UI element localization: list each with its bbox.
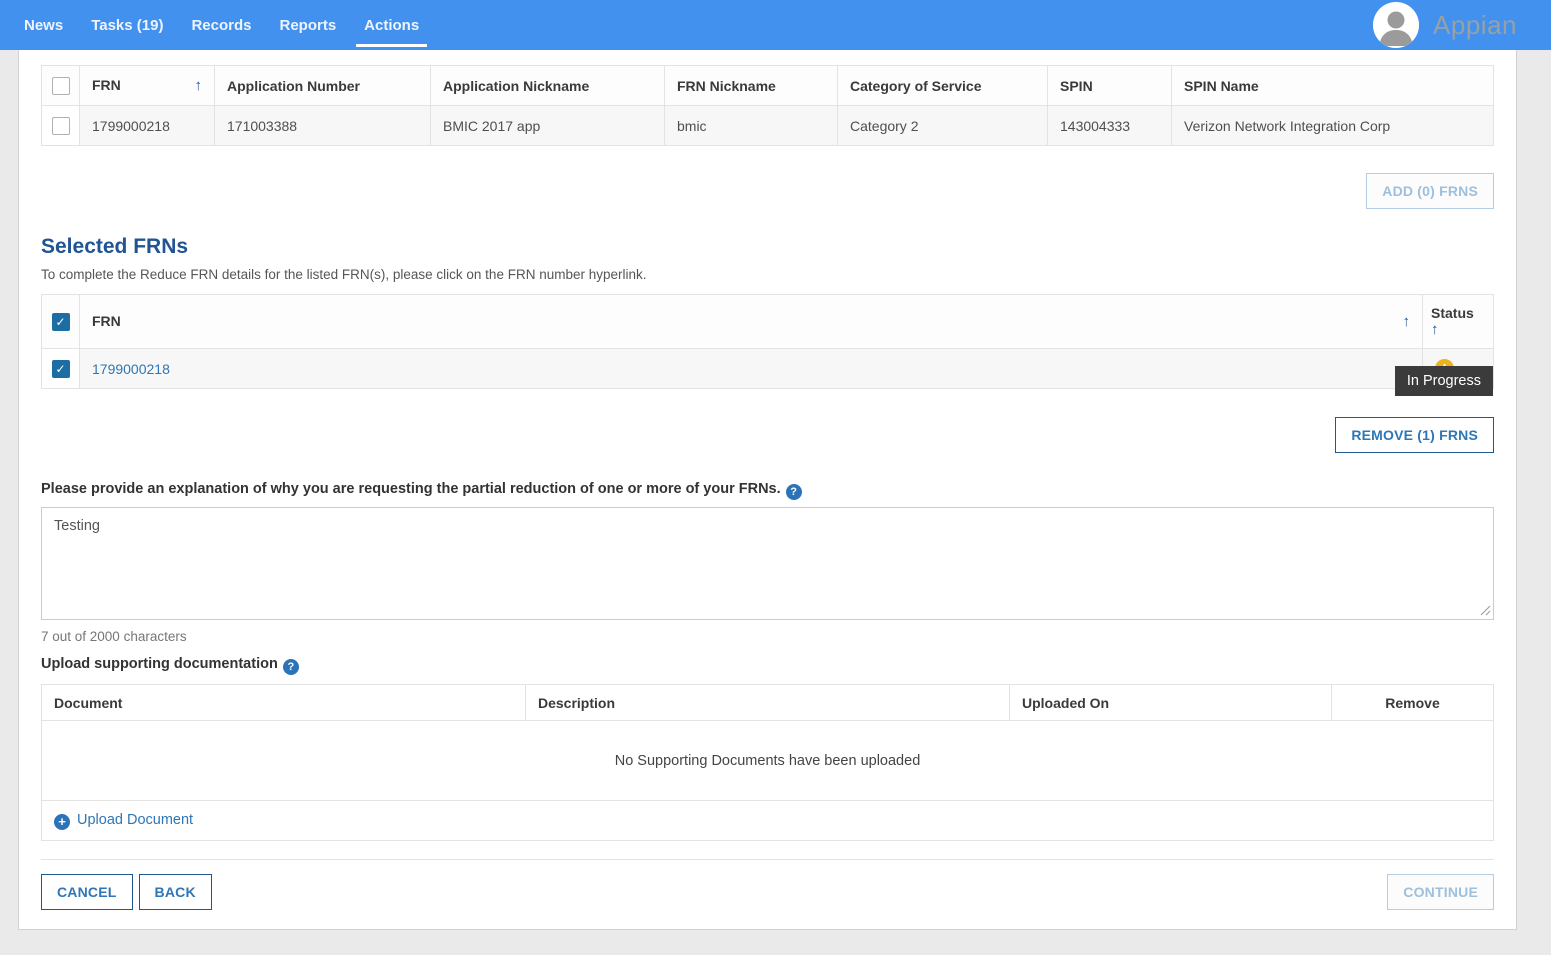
column-header-status-label: Status [1431, 305, 1474, 321]
plus-icon: + [54, 814, 70, 830]
nav-item-actions[interactable]: Actions [350, 0, 433, 50]
selected-row-checkbox[interactable]: ✓ [52, 360, 70, 378]
available-frns-table: ✓ FRN ↑ Application Number Application N… [41, 65, 1494, 146]
column-header-frn[interactable]: FRN ↑ [80, 66, 215, 106]
column-header-remove: Remove [1332, 685, 1494, 721]
column-header-selected-frn-label: FRN [92, 313, 121, 329]
selected-frns-header-row: ✓ FRN ↑ Status ↑ [42, 295, 1494, 349]
nav-item-tasks[interactable]: Tasks (19) [77, 0, 177, 50]
footer-divider [41, 859, 1494, 860]
column-header-document: Document [42, 685, 526, 721]
check-icon: ✓ [55, 79, 65, 93]
check-icon: ✓ [55, 362, 65, 376]
nav-item-reports[interactable]: Reports [265, 0, 350, 50]
explanation-label: Please provide an explanation of why you… [41, 481, 1494, 500]
column-header-spin-name: SPIN Name [1172, 66, 1494, 106]
explanation-textarea[interactable]: Testing [41, 507, 1494, 620]
column-header-description: Description [526, 685, 1010, 721]
status-tooltip: In Progress [1395, 366, 1493, 396]
main-content-card: ✓ FRN ↑ Application Number Application N… [18, 50, 1517, 930]
user-avatar[interactable] [1373, 2, 1419, 48]
column-header-frn-nickname: FRN Nickname [665, 66, 838, 106]
explanation-field-wrap: Testing [41, 507, 1494, 620]
appian-logo: Appian [1433, 10, 1517, 41]
help-icon[interactable]: ? [283, 659, 299, 675]
row-checkbox[interactable]: ✓ [52, 117, 70, 135]
available-frns-header-row: ✓ FRN ↑ Application Number Application N… [42, 66, 1494, 106]
selected-frns-table-wrap: ✓ FRN ↑ Status ↑ ✓ 1799000218 ! In Progr… [41, 294, 1494, 389]
column-header-spin: SPIN [1048, 66, 1172, 106]
cell-spin: 143004333 [1048, 106, 1172, 146]
footer-actions: CANCEL BACK CONTINUE [41, 874, 1494, 910]
explanation-label-text: Please provide an explanation of why you… [41, 481, 781, 497]
documents-empty-row: No Supporting Documents have been upload… [42, 721, 1494, 801]
column-header-uploaded-on: Uploaded On [1010, 685, 1332, 721]
sort-ascending-icon[interactable]: ↑ [195, 77, 203, 94]
character-counter: 7 out of 2000 characters [41, 629, 1494, 644]
upload-document-row: + Upload Document [42, 801, 1494, 841]
upload-documentation-heading: Upload supporting documentation? [41, 656, 1494, 675]
help-icon[interactable]: ? [786, 484, 802, 500]
person-icon [1373, 2, 1419, 48]
cancel-button[interactable]: CANCEL [41, 874, 133, 910]
selected-frns-table: ✓ FRN ↑ Status ↑ ✓ 1799000218 ! [41, 294, 1494, 389]
continue-button[interactable]: CONTINUE [1387, 874, 1494, 910]
sort-ascending-icon[interactable]: ↑ [1431, 321, 1439, 338]
remove-frns-button[interactable]: REMOVE (1) FRNS [1335, 417, 1494, 453]
upload-document-link[interactable]: + Upload Document [54, 812, 193, 828]
selected-frn-row: ✓ 1799000218 ! [42, 349, 1494, 389]
no-documents-message: No Supporting Documents have been upload… [42, 721, 1494, 801]
sort-ascending-icon[interactable]: ↑ [1403, 313, 1411, 330]
column-header-application-number: Application Number [215, 66, 431, 106]
resize-handle-icon[interactable] [1480, 605, 1491, 616]
nav-right-area: Appian [1373, 0, 1551, 50]
cell-application-number: 171003388 [215, 106, 431, 146]
documents-header-row: Document Description Uploaded On Remove [42, 685, 1494, 721]
selected-frns-heading: Selected FRNs [41, 235, 1494, 259]
cell-spin-name: Verizon Network Integration Corp [1172, 106, 1494, 146]
top-navbar: News Tasks (19) Records Reports Actions … [0, 0, 1551, 50]
column-header-frn-label: FRN [92, 77, 121, 93]
cell-frn: 1799000218 [80, 106, 215, 146]
documents-table: Document Description Uploaded On Remove … [41, 684, 1494, 841]
column-header-status[interactable]: Status ↑ [1423, 295, 1494, 349]
column-header-selected-frn[interactable]: FRN ↑ [80, 295, 1423, 349]
nav-item-records[interactable]: Records [177, 0, 265, 50]
add-frns-button[interactable]: ADD (0) FRNS [1366, 173, 1494, 209]
nav-item-news[interactable]: News [10, 0, 77, 50]
cell-category-of-service: Category 2 [838, 106, 1048, 146]
column-header-application-nickname: Application Nickname [431, 66, 665, 106]
check-icon: ✓ [55, 315, 65, 329]
cell-frn-nickname: bmic [665, 106, 838, 146]
upload-documentation-heading-text: Upload supporting documentation [41, 656, 278, 672]
selected-frns-instructions: To complete the Reduce FRN details for t… [41, 267, 1494, 282]
frn-link[interactable]: 1799000218 [92, 361, 170, 377]
back-button[interactable]: BACK [139, 874, 212, 910]
upload-document-label: Upload Document [77, 812, 193, 828]
available-frn-row: ✓ 1799000218 171003388 BMIC 2017 app bmi… [42, 106, 1494, 146]
check-icon: ✓ [55, 119, 65, 133]
column-header-category-of-service: Category of Service [838, 66, 1048, 106]
cell-application-nickname: BMIC 2017 app [431, 106, 665, 146]
select-all-checkbox[interactable]: ✓ [52, 77, 70, 95]
select-all-selected-checkbox[interactable]: ✓ [52, 313, 70, 331]
